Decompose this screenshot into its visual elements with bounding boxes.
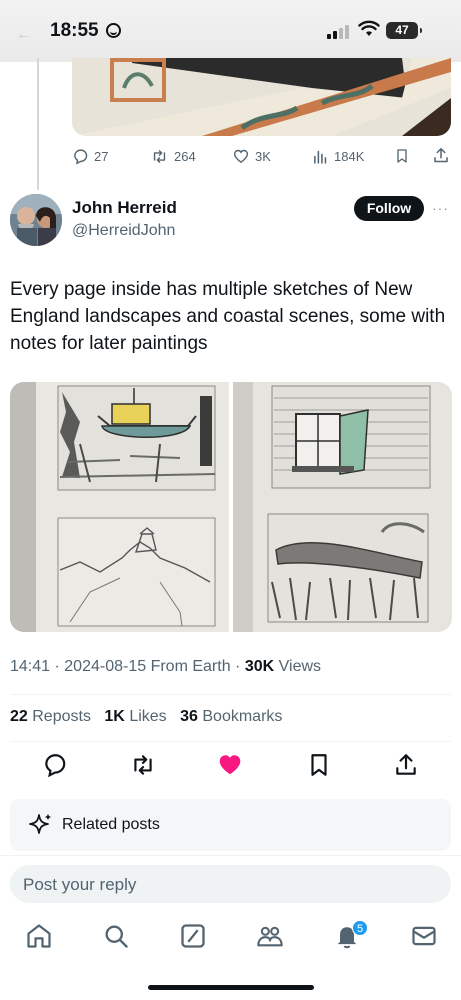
wifi-icon: [358, 20, 380, 36]
tweet-text: Every page inside has multiple sketches …: [10, 279, 446, 354]
home-icon[interactable]: [25, 922, 53, 950]
views-label: Views: [278, 658, 322, 675]
back-arrow-icon[interactable]: ←: [16, 26, 32, 44]
tweet-media[interactable]: [10, 382, 452, 632]
repost-button[interactable]: 264: [150, 146, 196, 166]
heart-icon: [233, 149, 249, 163]
views-button[interactable]: 184K: [312, 146, 364, 166]
reply-bar: Post your reply: [0, 855, 461, 907]
related-posts-label: Related posts: [62, 816, 160, 833]
repost-count: 264: [174, 148, 196, 164]
sketch-page-right[interactable]: [233, 382, 452, 632]
reply-input[interactable]: Post your reply: [10, 865, 451, 903]
author-avatar[interactable]: [10, 194, 62, 246]
likes-stat[interactable]: 1K Likes: [104, 708, 166, 725]
author-handle[interactable]: @HerreidJohn: [72, 222, 175, 240]
engagement-stats: 22 Reposts 1K Likes 36 Bookmarks: [10, 708, 291, 726]
more-options-icon[interactable]: ···: [432, 200, 449, 216]
analytics-icon: [314, 150, 327, 164]
reply-count: 27: [94, 148, 109, 164]
sparkle-icon: [29, 814, 51, 834]
messages-icon[interactable]: [410, 922, 438, 950]
related-posts-button[interactable]: Related posts: [10, 799, 451, 851]
like-count: 3K: [255, 148, 271, 164]
bookmark-icon[interactable]: [394, 147, 410, 165]
previous-post-actions: 27 264 3K 184K: [72, 146, 452, 166]
thread-connector: [37, 58, 39, 190]
previous-post-image[interactable]: [72, 58, 451, 136]
tweet-meta: 14:41 · 2024-08-15 From Earth · 30K View…: [10, 658, 322, 675]
sketch-page-left[interactable]: [10, 382, 229, 632]
views-total: 30K: [244, 658, 275, 675]
cellular-signal-icon: [327, 24, 351, 39]
reply-icon: [74, 148, 88, 165]
home-indicator: [148, 985, 314, 990]
battery-indicator: 47: [386, 22, 422, 39]
reposts-stat[interactable]: 22 Reposts: [10, 708, 91, 725]
grok-icon[interactable]: [179, 922, 207, 950]
repost-icon[interactable]: [130, 752, 156, 778]
bottom-navigation: 5: [0, 912, 461, 962]
tweet-date: 2024-08-15: [64, 658, 147, 675]
follow-button[interactable]: Follow: [354, 196, 424, 221]
tweet-action-bar: [0, 752, 461, 782]
repost-icon: [153, 149, 166, 163]
status-bar: ← 18:55 47: [0, 0, 461, 62]
share-icon[interactable]: [393, 752, 419, 778]
focus-mode-icon: [106, 23, 121, 38]
communities-icon[interactable]: [256, 922, 284, 950]
reply-icon[interactable]: [42, 752, 68, 778]
bookmark-icon[interactable]: [306, 752, 332, 778]
author-name[interactable]: John Herreid: [72, 198, 177, 218]
reply-button[interactable]: 27: [72, 146, 108, 166]
search-icon[interactable]: [102, 922, 130, 950]
notifications-badge: 5: [352, 920, 368, 936]
bookmarks-stat[interactable]: 36 Bookmarks: [180, 708, 282, 725]
tweet-source: From Earth: [150, 658, 231, 675]
divider: [10, 741, 451, 742]
share-icon[interactable]: [432, 146, 450, 165]
like-button[interactable]: 3K: [232, 146, 271, 166]
heart-filled-icon[interactable]: [217, 752, 243, 778]
reply-placeholder: Post your reply: [23, 875, 137, 894]
views-count: 184K: [334, 148, 365, 164]
divider: [10, 694, 451, 695]
status-time: 18:55: [50, 20, 99, 41]
tweet-time: 14:41: [10, 658, 51, 675]
